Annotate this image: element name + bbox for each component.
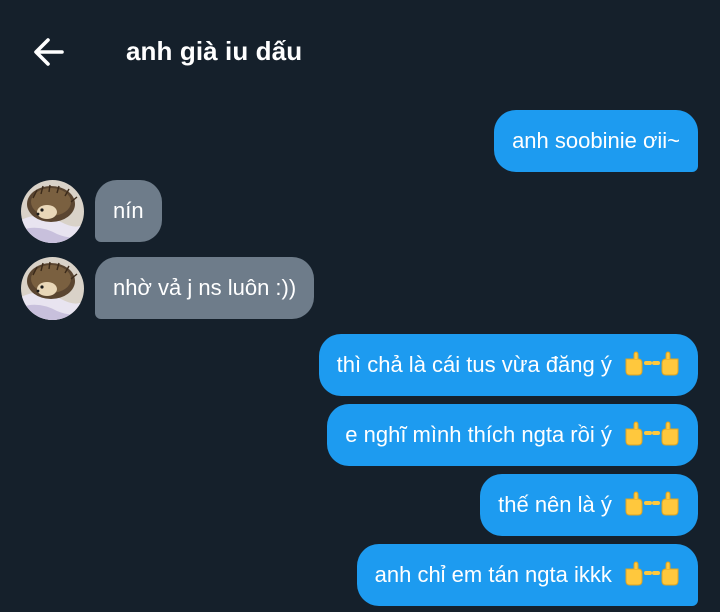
pointing-hands-emoji-icon	[625, 351, 679, 376]
avatar[interactable]	[21, 180, 84, 243]
back-button[interactable]	[28, 32, 68, 72]
message-text: nín	[113, 198, 144, 223]
message-text: thì chả là cái tus vừa đăng ý	[336, 352, 612, 377]
incoming-message[interactable]: nhờ vả j ns luôn :))	[95, 257, 315, 319]
pointing-hands-emoji-icon	[625, 491, 679, 516]
incoming-message[interactable]: nín	[95, 180, 162, 242]
arrow-left-icon	[34, 38, 64, 66]
message-text: nhờ vả j ns luôn :))	[113, 275, 297, 300]
avatar[interactable]	[21, 257, 84, 320]
message-text: anh soobinie ơii~	[512, 128, 680, 153]
message-text: anh chỉ em tán ngta ikkk	[374, 562, 612, 587]
outgoing-message[interactable]: thì chả là cái tus vừa đăng ý	[318, 334, 698, 396]
hedgehog-avatar-icon	[21, 257, 84, 320]
outgoing-message[interactable]: thế nên là ý	[480, 474, 698, 536]
outgoing-message[interactable]: anh soobinie ơii~	[494, 110, 698, 172]
chat-title: anh già iu dấu	[126, 36, 303, 66]
message-text: thế nên là ý	[498, 492, 612, 517]
outgoing-message[interactable]: anh chỉ em tán ngta ikkk	[356, 544, 698, 606]
message-text: e nghĩ mình thích ngta rồi ý	[345, 422, 612, 447]
outgoing-message[interactable]: e nghĩ mình thích ngta rồi ý	[327, 404, 698, 466]
pointing-hands-emoji-icon	[625, 561, 679, 586]
hedgehog-avatar-icon	[21, 180, 84, 243]
chat-header: anh già iu dấu	[0, 0, 720, 100]
pointing-hands-emoji-icon	[625, 421, 679, 446]
